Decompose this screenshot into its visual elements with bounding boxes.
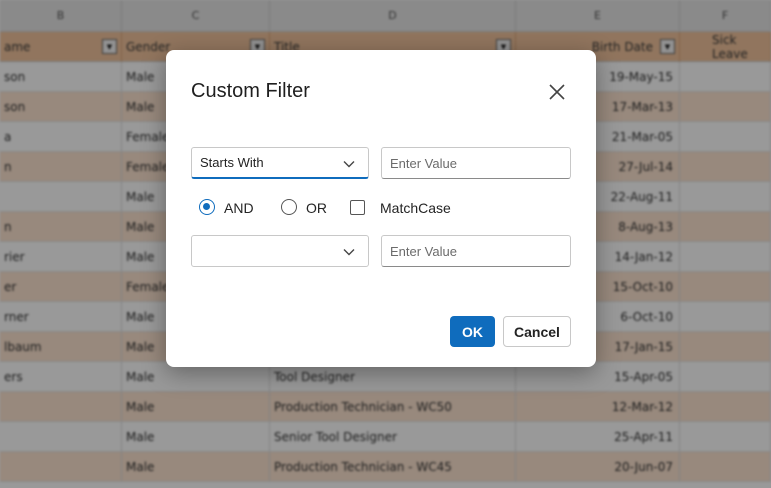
matchcase-checkbox[interactable] — [350, 200, 365, 215]
or-radio[interactable] — [281, 199, 297, 215]
custom-filter-dialog: Custom Filter Starts With AND OR MatchCa… — [166, 50, 596, 367]
chevron-down-icon — [343, 249, 355, 256]
condition1-operator-select[interactable]: Starts With — [191, 147, 369, 179]
and-label: AND — [224, 200, 254, 216]
condition1-operator-value: Starts With — [200, 155, 264, 170]
chevron-down-icon — [343, 161, 355, 168]
matchcase-label: MatchCase — [380, 200, 451, 216]
condition2-value-input[interactable] — [381, 235, 571, 267]
dialog-title: Custom Filter — [191, 80, 310, 102]
condition2-operator-select[interactable] — [191, 235, 369, 267]
or-label: OR — [306, 200, 327, 216]
and-radio[interactable] — [199, 199, 215, 215]
condition1-value-input[interactable] — [381, 147, 571, 179]
close-icon[interactable] — [545, 80, 569, 104]
cancel-button[interactable]: Cancel — [503, 316, 571, 347]
ok-button[interactable]: OK — [450, 316, 495, 347]
